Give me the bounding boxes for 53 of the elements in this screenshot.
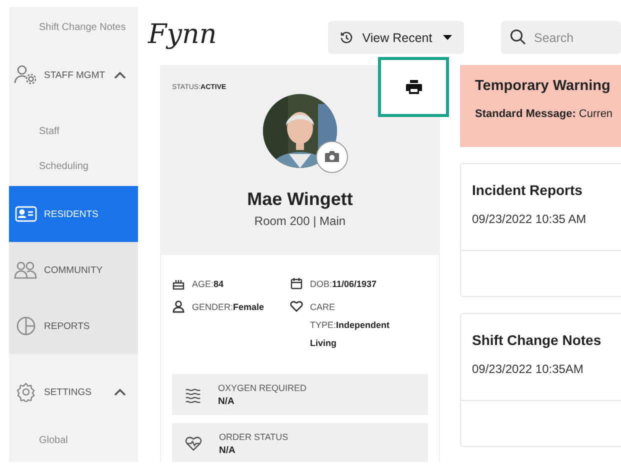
sidebar-item[interactable]: Staff bbox=[9, 123, 138, 141]
person-icon bbox=[172, 300, 185, 313]
detail-text: GENDER:Female bbox=[192, 301, 264, 314]
detail-text: AGE:84 bbox=[192, 278, 224, 291]
info-label: ORDER STATUS bbox=[219, 432, 288, 442]
staff-icon bbox=[14, 65, 38, 85]
sidebar-item[interactable]: RESIDENTS bbox=[9, 186, 138, 242]
heart-icon bbox=[290, 300, 303, 312]
search-field[interactable]: Search bbox=[501, 21, 621, 54]
sidebar-item[interactable]: Scheduling bbox=[9, 158, 138, 176]
people-icon bbox=[14, 261, 38, 279]
logo: Fynn bbox=[148, 18, 218, 50]
info-value: N/A bbox=[219, 444, 236, 456]
card-title: Incident Reports bbox=[471, 181, 584, 198]
sidebar-item[interactable]: SETTINGS bbox=[9, 374, 138, 410]
chevron-up-icon[interactable] bbox=[114, 388, 126, 396]
warning-message: Standard Message: Curren bbox=[475, 108, 614, 120]
sidebar-label: STAFF MGMT bbox=[44, 70, 106, 80]
settings-icon bbox=[16, 382, 36, 402]
sidebar-label: COMMUNITY bbox=[44, 264, 104, 276]
waves-icon bbox=[185, 386, 201, 402]
sidebar-item[interactable]: STAFF MGMT bbox=[9, 57, 138, 93]
sidebar-label: REPORTS bbox=[44, 320, 91, 332]
pie-chart-icon bbox=[16, 316, 36, 336]
info-value: N/A bbox=[218, 396, 236, 406]
resident-name: Mae Wingett bbox=[247, 189, 353, 210]
print-button[interactable] bbox=[378, 57, 449, 117]
cake-icon bbox=[172, 277, 185, 290]
entry-time: 09/23/2022 10:35 AM bbox=[472, 212, 586, 226]
detail-text: DOB:11/06/1937 bbox=[310, 278, 377, 291]
camera-icon bbox=[325, 151, 339, 163]
sidebar-item[interactable]: Shift Change Notes bbox=[9, 19, 138, 37]
caret-icon bbox=[443, 35, 452, 40]
search-icon bbox=[510, 29, 526, 45]
sidebar-label: SETTINGS bbox=[44, 386, 93, 398]
sidebar-label: RESIDENTS bbox=[44, 208, 100, 220]
sidebar-item[interactable]: COMMUNITY bbox=[9, 242, 138, 298]
room-text: Room 200 | Main bbox=[254, 214, 346, 228]
chevron-up-icon[interactable] bbox=[114, 71, 126, 79]
sidebar-item[interactable]: Global bbox=[9, 432, 138, 450]
info-label: OXYGEN REQUIRED bbox=[218, 382, 307, 392]
view-recent-dropdown[interactable]: View Recent bbox=[328, 21, 464, 54]
heartbeat-icon bbox=[185, 436, 202, 451]
calendar-icon bbox=[290, 277, 303, 290]
entry-time: 09/23/2022 10:35AM bbox=[472, 362, 584, 376]
detail-text: CARE TYPE:Independent Living bbox=[310, 301, 391, 350]
printer-icon bbox=[406, 80, 422, 94]
sidebar-item[interactable]: REPORTS bbox=[9, 298, 138, 354]
warning-title: Temporary Warning bbox=[475, 78, 612, 94]
card-title: Shift Change Notes bbox=[471, 331, 602, 348]
camera-button[interactable] bbox=[316, 141, 348, 173]
id-card-icon bbox=[15, 206, 37, 222]
history-icon bbox=[340, 31, 354, 44]
